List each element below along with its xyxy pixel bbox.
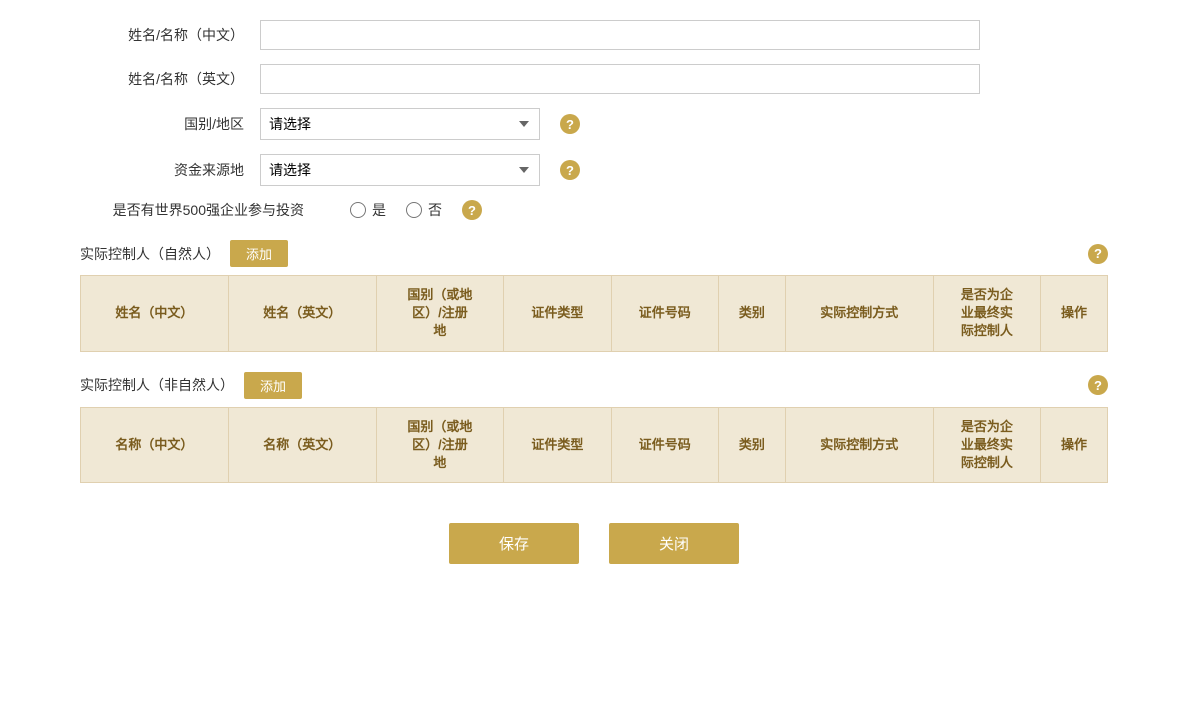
country-row: 国别/地区 请选择 ? [80, 108, 1108, 140]
radio-yes-input[interactable] [350, 202, 366, 218]
nnp-col-cert-no: 证件号码 [611, 407, 718, 483]
natural-person-table-header-row: 姓名（中文） 姓名（英文） 国别（或地区）/注册地 证件类型 证件号码 类别 实… [81, 276, 1108, 352]
np-col-control-method: 实际控制方式 [785, 276, 933, 352]
fund-source-select[interactable]: 请选择 [260, 154, 540, 186]
nnp-col-operation: 操作 [1041, 407, 1108, 483]
radio-yes-option[interactable]: 是 [350, 200, 386, 220]
non-natural-person-table: 名称（中文） 名称（英文） 国别（或地区）/注册地 证件类型 证件号码 类别 实… [80, 407, 1108, 484]
country-select[interactable]: 请选择 [260, 108, 540, 140]
country-label: 国别/地区 [80, 114, 260, 134]
name-en-row: 姓名/名称（英文） [80, 64, 1108, 94]
nnp-col-control-method: 实际控制方式 [785, 407, 933, 483]
natural-person-help-icon[interactable]: ? [1088, 244, 1108, 264]
np-col-category: 类别 [718, 276, 785, 352]
np-col-name-en: 姓名（英文） [228, 276, 376, 352]
footer-buttons: 保存 关闭 [80, 523, 1108, 564]
nnp-col-name-zh: 名称（中文） [81, 407, 229, 483]
fortune500-radio-group: 是 否 [350, 200, 442, 220]
save-button[interactable]: 保存 [449, 523, 579, 564]
close-button[interactable]: 关闭 [609, 523, 739, 564]
fortune500-help-icon[interactable]: ? [462, 200, 482, 220]
np-col-operation: 操作 [1041, 276, 1108, 352]
np-col-name-zh: 姓名（中文） [81, 276, 229, 352]
natural-person-add-button[interactable]: 添加 [230, 240, 288, 267]
nnp-col-cert-type: 证件类型 [504, 407, 611, 483]
fund-source-help-icon[interactable]: ? [560, 160, 580, 180]
nnp-col-name-en: 名称（英文） [228, 407, 376, 483]
radio-no-label: 否 [428, 200, 442, 220]
fortune500-row: 是否有世界500强企业参与投资 是 否 ? [80, 200, 1108, 220]
natural-person-table: 姓名（中文） 姓名（英文） 国别（或地区）/注册地 证件类型 证件号码 类别 实… [80, 275, 1108, 352]
natural-person-section-header: 实际控制人（自然人） 添加 ? [80, 240, 1108, 267]
non-natural-person-help-icon[interactable]: ? [1088, 375, 1108, 395]
fund-source-label: 资金来源地 [80, 160, 260, 180]
radio-yes-label: 是 [372, 200, 386, 220]
name-en-input[interactable] [260, 64, 980, 94]
name-en-label: 姓名/名称（英文） [80, 69, 260, 89]
nnp-col-country: 国别（或地区）/注册地 [376, 407, 504, 483]
form-section: 姓名/名称（中文） 姓名/名称（英文） 国别/地区 请选择 ? 资金来源地 请选… [80, 20, 1108, 220]
np-col-is-final: 是否为企业最终实际控制人 [933, 276, 1040, 352]
fund-source-select-wrapper: 请选择 [260, 154, 540, 186]
non-natural-person-add-button[interactable]: 添加 [244, 372, 302, 399]
nnp-table-header-row: 名称（中文） 名称（英文） 国别（或地区）/注册地 证件类型 证件号码 类别 实… [81, 407, 1108, 483]
radio-no-option[interactable]: 否 [406, 200, 442, 220]
nnp-col-is-final: 是否为企业最终实际控制人 [933, 407, 1040, 483]
nnp-col-category: 类别 [718, 407, 785, 483]
natural-person-title: 实际控制人（自然人） [80, 244, 220, 264]
country-help-icon[interactable]: ? [560, 114, 580, 134]
name-zh-row: 姓名/名称（中文） [80, 20, 1108, 50]
np-col-cert-no: 证件号码 [611, 276, 718, 352]
non-natural-person-title: 实际控制人（非自然人） [80, 375, 234, 395]
fortune500-label: 是否有世界500强企业参与投资 [80, 200, 320, 220]
name-zh-label: 姓名/名称（中文） [80, 25, 260, 45]
non-natural-person-section-header: 实际控制人（非自然人） 添加 ? [80, 372, 1108, 399]
np-col-cert-type: 证件类型 [504, 276, 611, 352]
fund-source-row: 资金来源地 请选择 ? [80, 154, 1108, 186]
country-select-wrapper: 请选择 [260, 108, 540, 140]
np-col-country: 国别（或地区）/注册地 [376, 276, 504, 352]
name-zh-input[interactable] [260, 20, 980, 50]
radio-no-input[interactable] [406, 202, 422, 218]
